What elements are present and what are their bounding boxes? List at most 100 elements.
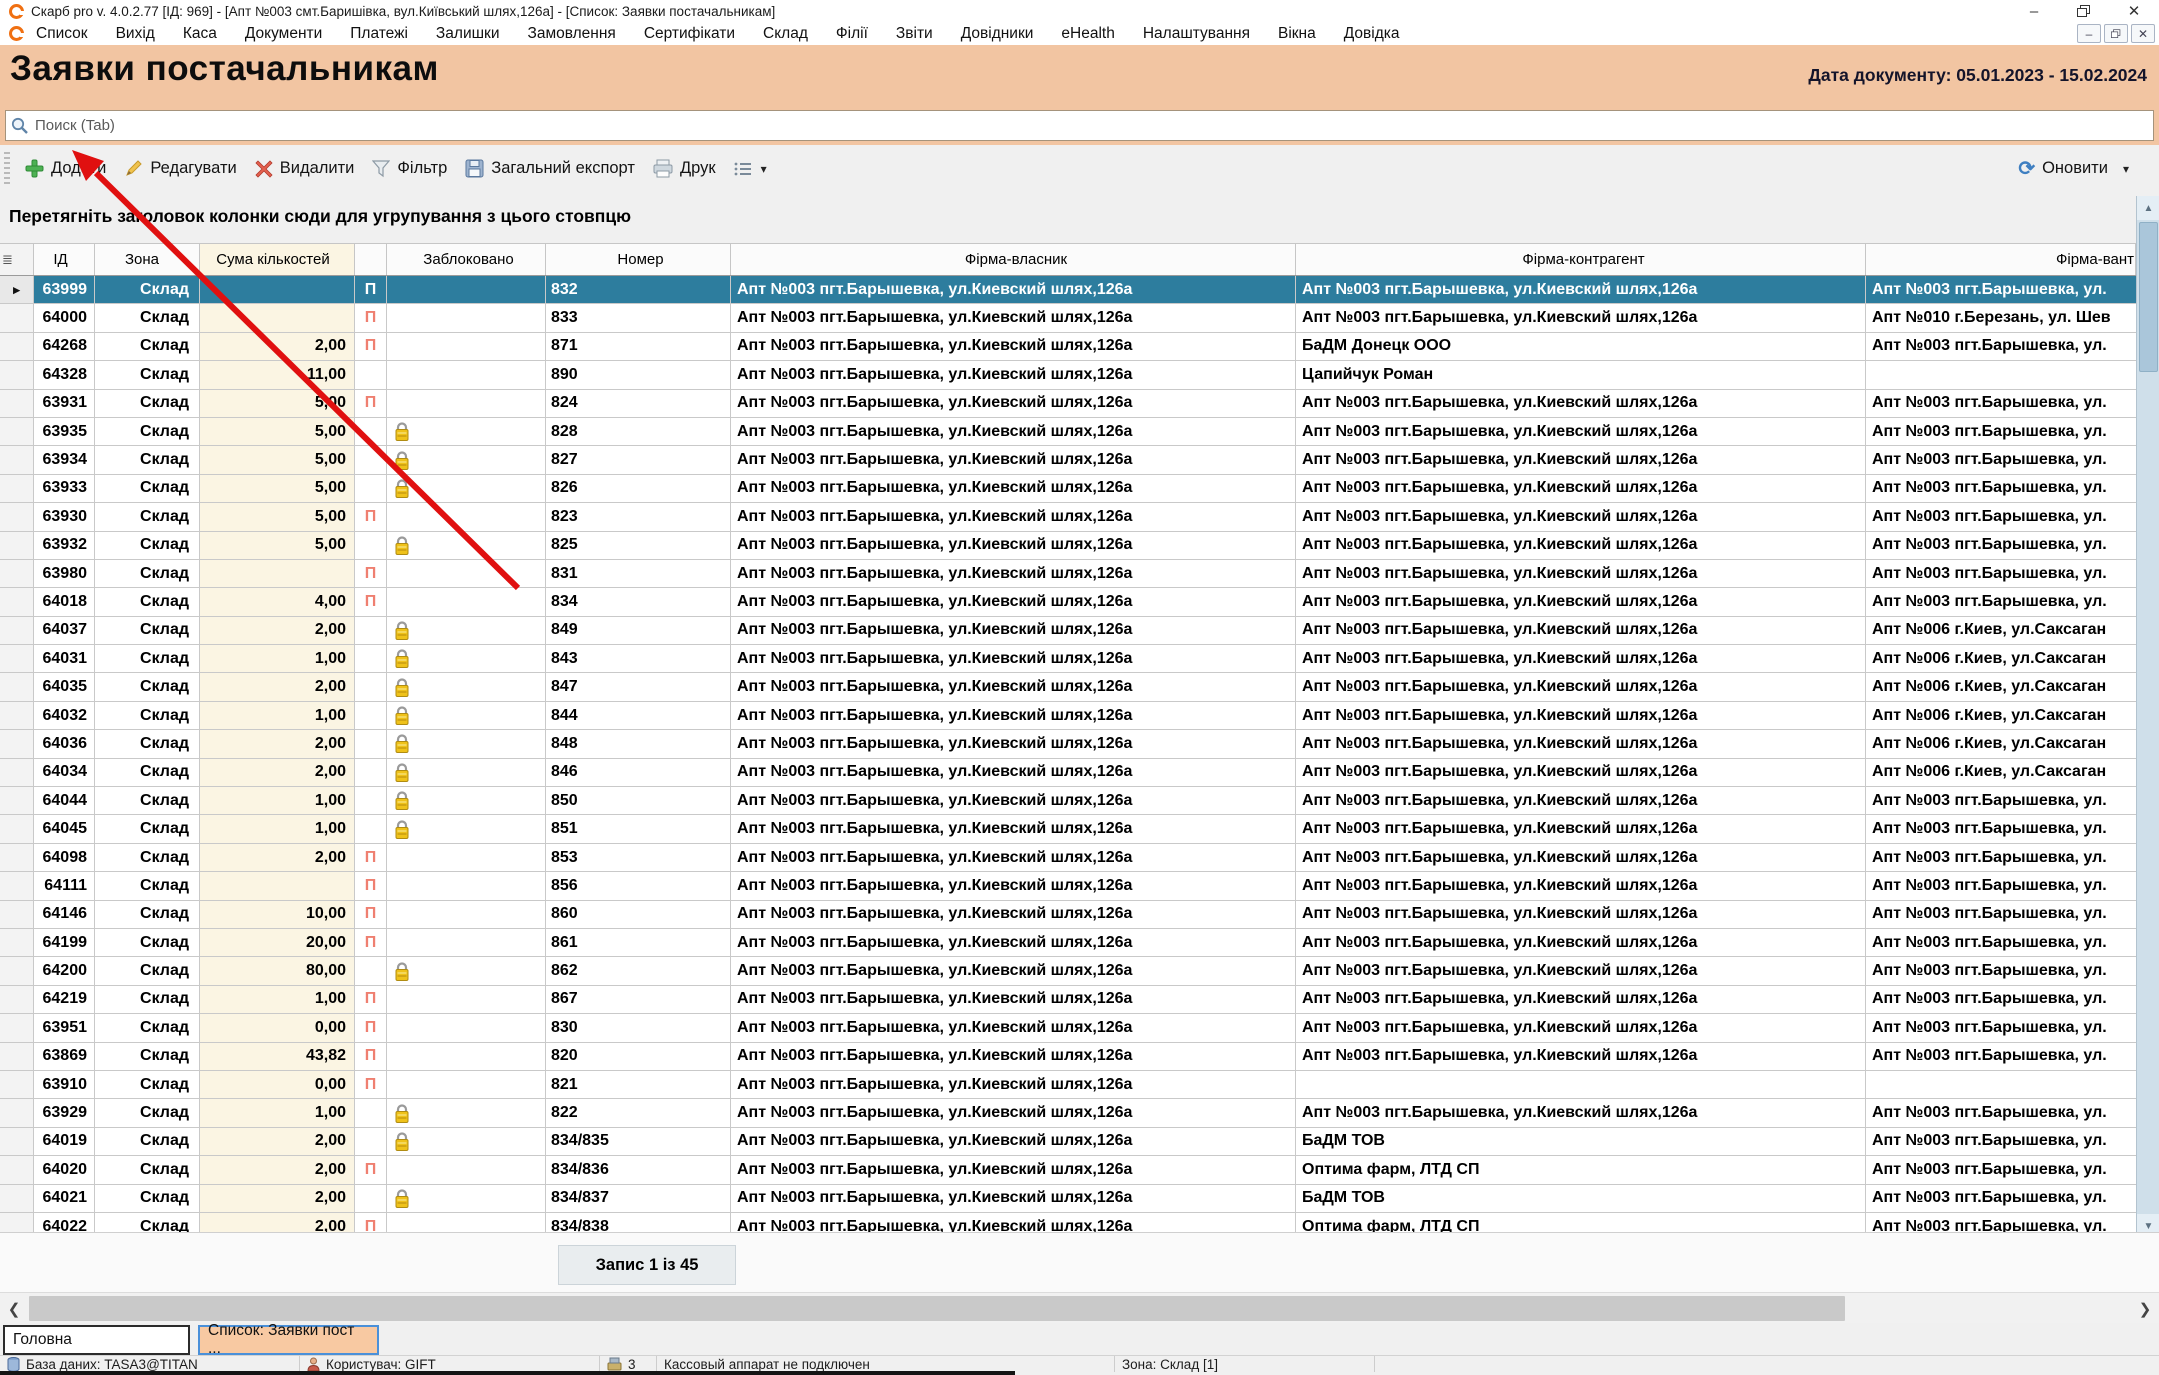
- vertical-scroll-thumb[interactable]: [2139, 222, 2158, 372]
- table-row[interactable]: 64034Склад2,00846Апт №003 пгт.Барышевка,…: [0, 759, 2136, 787]
- group-by-panel[interactable]: Перетягніть заголовок колонки сюди для у…: [0, 192, 2159, 243]
- table-row[interactable]: 64200Склад80,00862Апт №003 пгт.Барышевка…: [0, 957, 2136, 985]
- table-row[interactable]: 63929Склад1,00822Апт №003 пгт.Барышевка,…: [0, 1099, 2136, 1127]
- table-row[interactable]: 63951Склад0,00П830Апт №003 пгт.Барышевка…: [0, 1014, 2136, 1042]
- refresh-caret-icon[interactable]: ▾: [2123, 162, 2129, 176]
- menu-item-5[interactable]: Платежі: [350, 25, 408, 43]
- column-header-p[interactable]: [355, 244, 387, 275]
- column-header-sel[interactable]: ≣: [0, 244, 34, 275]
- cell-sum: 11,00: [200, 361, 355, 388]
- table-row[interactable]: 64031Склад1,00843Апт №003 пгт.Барышевка,…: [0, 645, 2136, 673]
- table-row[interactable]: 64032Склад1,00844Апт №003 пгт.Барышевка,…: [0, 702, 2136, 730]
- cell-id: 64328: [34, 361, 95, 388]
- column-header-ctr[interactable]: Фірма-контрагент: [1296, 244, 1866, 275]
- scroll-up-icon[interactable]: ▲: [2137, 196, 2159, 220]
- table-row[interactable]: 64019Склад2,00834/835Апт №003 пгт.Барыше…: [0, 1128, 2136, 1156]
- table-row[interactable]: ▸63999СкладП832Апт №003 пгт.Барышевка, у…: [0, 276, 2136, 304]
- table-row[interactable]: 64000СкладП833Апт №003 пгт.Барышевка, ул…: [0, 304, 2136, 332]
- table-row[interactable]: 64022Склад2,00П834/838Апт №003 пгт.Барыш…: [0, 1213, 2136, 1232]
- menu-item-11[interactable]: Звіти: [896, 25, 933, 43]
- scroll-right-icon[interactable]: ❯: [2131, 1293, 2159, 1324]
- export-button[interactable]: Загальний експорт: [456, 155, 644, 182]
- cell-sum: 5,00: [200, 418, 355, 445]
- cell-own: Апт №003 пгт.Барышевка, ул.Киевский шлях…: [731, 815, 1296, 842]
- table-row[interactable]: 63933Склад5,00826Апт №003 пгт.Барышевка,…: [0, 475, 2136, 503]
- column-header-own[interactable]: Фірма-власник: [731, 244, 1296, 275]
- table-row[interactable]: 64268Склад2,00П871Апт №003 пгт.Барышевка…: [0, 333, 2136, 361]
- table-row[interactable]: 64021Склад2,00834/837Апт №003 пгт.Барыше…: [0, 1185, 2136, 1213]
- table-row[interactable]: 64328Склад11,00890Апт №003 пгт.Барышевка…: [0, 361, 2136, 389]
- mdi-restore-button[interactable]: [2104, 24, 2128, 43]
- filter-button[interactable]: Фільтр: [363, 155, 456, 182]
- table-row[interactable]: 64219Склад1,00П867Апт №003 пгт.Барышевка…: [0, 986, 2136, 1014]
- table-row[interactable]: 63869Склад43,82П820Апт №003 пгт.Барышевк…: [0, 1043, 2136, 1071]
- print-button[interactable]: Друк: [644, 155, 725, 182]
- cell-sel: [0, 617, 34, 644]
- horizontal-scrollbar[interactable]: ❮ ❯: [0, 1292, 2159, 1323]
- vertical-scrollbar[interactable]: ▲ ▼: [2136, 196, 2159, 1238]
- table-row[interactable]: 63980СкладП831Апт №003 пгт.Барышевка, ул…: [0, 560, 2136, 588]
- table-row[interactable]: 63932Склад5,00825Апт №003 пгт.Барышевка,…: [0, 532, 2136, 560]
- table-row[interactable]: 64045Склад1,00851Апт №003 пгт.Барышевка,…: [0, 815, 2136, 843]
- menu-item-2[interactable]: Вихід: [116, 25, 155, 43]
- table-row[interactable]: 63934Склад5,00827Апт №003 пгт.Барышевка,…: [0, 446, 2136, 474]
- table-row[interactable]: 64199Склад20,00П861Апт №003 пгт.Барышевк…: [0, 929, 2136, 957]
- cell-p: [355, 617, 387, 644]
- menu-item-15[interactable]: Вікна: [1278, 25, 1316, 43]
- menu-item-3[interactable]: Каса: [183, 25, 217, 43]
- menu-item-14[interactable]: Налаштування: [1143, 25, 1250, 43]
- close-button[interactable]: ✕: [2109, 0, 2159, 22]
- menu-item-10[interactable]: Філії: [836, 25, 868, 43]
- toolbar-grip[interactable]: [4, 152, 10, 186]
- cell-own: Апт №003 пгт.Барышевка, ул.Киевский шлях…: [731, 418, 1296, 445]
- table-row[interactable]: 64036Склад2,00848Апт №003 пгт.Барышевка,…: [0, 730, 2136, 758]
- cell-sum: 2,00: [200, 759, 355, 786]
- menu-item-7[interactable]: Замовлення: [527, 25, 615, 43]
- menu-item-1[interactable]: Список: [36, 25, 88, 43]
- add-button[interactable]: Додати: [16, 155, 115, 182]
- table-row[interactable]: 63910Склад0,00П821Апт №003 пгт.Барышевка…: [0, 1071, 2136, 1099]
- cell-num: 832: [546, 276, 731, 303]
- tab-home[interactable]: Головна: [3, 1325, 190, 1355]
- menu-item-4[interactable]: Документи: [245, 25, 322, 43]
- column-header-sum[interactable]: Сума кількостей: [200, 244, 355, 275]
- column-header-id[interactable]: ІД: [34, 244, 95, 275]
- table-row[interactable]: 64020Склад2,00П834/836Апт №003 пгт.Барыш…: [0, 1156, 2136, 1184]
- search-input[interactable]: [35, 117, 2153, 134]
- column-header-lock[interactable]: Заблоковано: [387, 244, 546, 275]
- table-row[interactable]: 64018Склад4,00П834Апт №003 пгт.Барышевка…: [0, 588, 2136, 616]
- column-header-con[interactable]: Фірма-вант: [1866, 244, 2136, 275]
- scroll-left-icon[interactable]: ❮: [0, 1293, 28, 1324]
- column-header-num[interactable]: Номер: [546, 244, 731, 275]
- table-row[interactable]: 64037Склад2,00849Апт №003 пгт.Барышевка,…: [0, 617, 2136, 645]
- table-row[interactable]: 63935Склад5,00828Апт №003 пгт.Барышевка,…: [0, 418, 2136, 446]
- cell-num: 867: [546, 986, 731, 1013]
- delete-button[interactable]: Видалити: [246, 155, 364, 182]
- menu-item-9[interactable]: Склад: [763, 25, 808, 43]
- menu-item-13[interactable]: eHealth: [1061, 25, 1114, 43]
- minimize-button[interactable]: –: [2009, 0, 2059, 22]
- cell-sum: 2,00: [200, 673, 355, 700]
- table-row[interactable]: 64044Склад1,00850Апт №003 пгт.Барышевка,…: [0, 787, 2136, 815]
- cell-num: 848: [546, 730, 731, 757]
- table-row[interactable]: 63930Склад5,00П823Апт №003 пгт.Барышевка…: [0, 503, 2136, 531]
- table-row[interactable]: 64035Склад2,00847Апт №003 пгт.Барышевка,…: [0, 673, 2136, 701]
- menu-item-16[interactable]: Довідка: [1344, 25, 1400, 43]
- edit-button[interactable]: Редагувати: [115, 155, 245, 182]
- tab-supplier-requests[interactable]: Список: Заявки пост ...: [198, 1325, 379, 1355]
- mdi-minimize-button[interactable]: –: [2077, 24, 2101, 43]
- table-row[interactable]: 64098Склад2,00П853Апт №003 пгт.Барышевка…: [0, 844, 2136, 872]
- horizontal-scroll-thumb[interactable]: [29, 1296, 1845, 1321]
- restore-button[interactable]: [2059, 0, 2109, 22]
- refresh-button[interactable]: ⟳ Оновити: [2009, 152, 2117, 185]
- table-row[interactable]: 64111СкладП856Апт №003 пгт.Барышевка, ул…: [0, 872, 2136, 900]
- view-options-button[interactable]: ▾: [725, 157, 776, 181]
- menu-item-12[interactable]: Довідники: [961, 25, 1034, 43]
- table-row[interactable]: 63931Склад5,00П824Апт №003 пгт.Барышевка…: [0, 390, 2136, 418]
- mdi-close-button[interactable]: ✕: [2131, 24, 2155, 43]
- cell-con: Апт №003 пгт.Барышевка, ул.: [1866, 446, 2136, 473]
- column-header-zone[interactable]: Зона: [95, 244, 200, 275]
- menu-item-8[interactable]: Сертифікати: [644, 25, 735, 43]
- table-row[interactable]: 64146Склад10,00П860Апт №003 пгт.Барышевк…: [0, 901, 2136, 929]
- menu-item-6[interactable]: Залишки: [436, 25, 500, 43]
